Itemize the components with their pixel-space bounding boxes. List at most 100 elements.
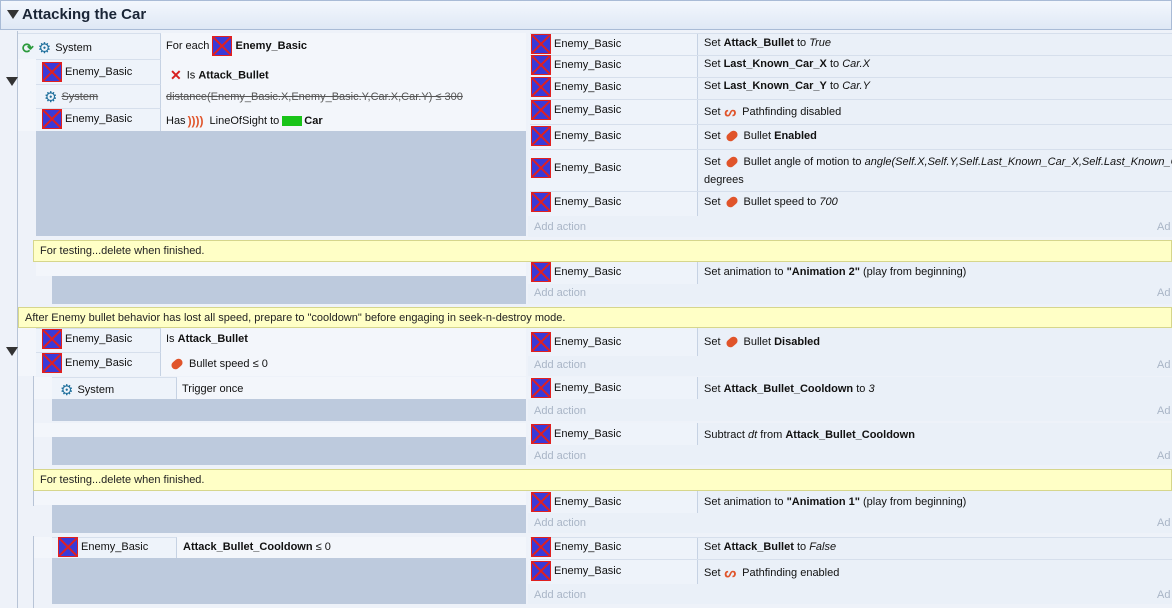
enemy-basic-icon [531, 424, 551, 444]
add-action-right-clip[interactable]: Ad [1157, 359, 1170, 371]
action-enemy-obj: Enemy_Basic [531, 537, 621, 557]
cond-system-row: ⟳ ⚙ System [22, 39, 92, 58]
action-enemy-obj: Enemy_Basic [531, 100, 621, 120]
cond-for-each[interactable]: For each Enemy_Basic [166, 36, 307, 56]
collapse-triangle-icon[interactable] [7, 10, 19, 19]
event-group-header[interactable] [0, 0, 1172, 30]
enemy-basic-icon [212, 36, 232, 56]
action-set-animation-1[interactable]: Set animation to "Animation 1" (play fro… [704, 496, 966, 508]
cond-is-attack-bullet[interactable]: ✕ Is Attack_Bullet [170, 67, 269, 84]
action-enemy-obj: Enemy_Basic [531, 332, 621, 352]
cond-enemy-row: Enemy_Basic [42, 353, 132, 373]
cond-is-attack-bullet[interactable]: Is Attack_Bullet [166, 333, 248, 345]
add-action-right-clip[interactable]: Ad [1157, 221, 1170, 233]
cond-enemy-row-1: Enemy_Basic [42, 62, 132, 82]
enemy-basic-icon [531, 262, 551, 282]
action-enemy-obj: Enemy_Basic [531, 378, 621, 398]
enemy-basic-icon [58, 537, 78, 557]
pathfinding-icon: ᔕ [724, 565, 737, 580]
action-pathfinding-enabled[interactable]: Set ᔕ Pathfinding enabled [704, 565, 839, 581]
enemy-basic-icon [531, 332, 551, 352]
event-1-blank [36, 131, 526, 236]
enemy-basic-icon [531, 34, 551, 54]
action-set-attack-bullet-false[interactable]: Set Attack_Bullet to False [704, 541, 836, 553]
enemy-basic-icon [531, 378, 551, 398]
add-action-link[interactable]: Add action [534, 589, 586, 601]
enemy-basic-icon [42, 62, 62, 82]
enemy-basic-icon [531, 492, 551, 512]
action-set-animation-2[interactable]: Set animation to "Animation 2" (play fro… [704, 266, 966, 278]
gear-icon: ⚙ [60, 382, 74, 399]
event-1-collapse-icon[interactable] [6, 77, 18, 86]
action-enemy-obj: Enemy_Basic [531, 55, 621, 75]
action-set-attack-bullet-true[interactable]: Set Attack_Bullet to True [704, 37, 831, 49]
event-6-conditions[interactable] [34, 491, 526, 505]
add-action-right-clip[interactable]: Ad [1157, 450, 1170, 462]
action-enemy-obj: Enemy_Basic [531, 561, 621, 581]
add-action-link[interactable]: Add action [534, 287, 586, 299]
gear-icon: ⚙ [37, 40, 52, 57]
add-action-right-clip[interactable]: Ad [1157, 589, 1170, 601]
cond-system-row: ⚙ System [60, 382, 115, 399]
event-3-collapse-icon[interactable] [6, 347, 18, 356]
pathfinding-icon: ᔕ [724, 104, 737, 119]
action-set-last-known-y[interactable]: Set Last_Known_Car_Y to Car.Y [704, 80, 870, 92]
cond-enemy-row: Enemy_Basic [58, 537, 148, 557]
invert-x-icon: ✕ [170, 67, 182, 83]
action-enemy-obj: Enemy_Basic [531, 424, 621, 444]
add-action-link[interactable]: Add action [534, 405, 586, 417]
comment-2[interactable]: After Enemy bullet behavior has lost all… [18, 307, 1172, 328]
cond-system-row-2: ⚙ System [44, 89, 99, 106]
action-enemy-obj: Enemy_Basic [531, 492, 621, 512]
enemy-basic-icon [531, 77, 551, 97]
action-bullet-disabled[interactable]: Set Bullet Disabled [704, 335, 820, 350]
enemy-basic-icon [531, 537, 551, 557]
enemy-basic-icon [531, 100, 551, 120]
cond-enemy-row-2: Enemy_Basic [42, 109, 132, 129]
cond-line-of-sight[interactable]: Has)))) LineOfSight to Car [166, 114, 323, 128]
bullet-icon [724, 155, 739, 170]
action-set-cooldown[interactable]: Set Attack_Bullet_Cooldown to 3 [704, 383, 875, 395]
add-action-link[interactable]: Add action [534, 359, 586, 371]
action-subtract-dt[interactable]: Subtract dt from Attack_Bullet_Cooldown [704, 429, 915, 441]
action-bullet-speed[interactable]: Set Bullet speed to 700 [704, 195, 838, 210]
add-action-link[interactable]: Add action [534, 450, 586, 462]
add-action-link[interactable]: Add action [534, 517, 586, 529]
action-enemy-obj: Enemy_Basic [531, 77, 621, 97]
action-pathfinding-disabled[interactable]: Set ᔕ Pathfinding disabled [704, 104, 841, 120]
comment-3[interactable]: For testing...delete when finished. [33, 469, 1172, 491]
line-of-sight-icon: )))) [187, 114, 204, 128]
action-enemy-obj: Enemy_Basic [531, 262, 621, 282]
enemy-basic-icon [531, 126, 551, 146]
action-bullet-angle[interactable]: Set Bullet angle of motion to angle(Self.… [704, 155, 1172, 170]
enemy-basic-icon [531, 561, 551, 581]
enemy-basic-icon [42, 353, 62, 373]
bullet-icon [724, 195, 739, 210]
enemy-basic-icon [531, 158, 551, 178]
cond-bullet-speed[interactable]: Bullet speed ≤ 0 [166, 357, 268, 372]
cond-trigger-once[interactable]: Trigger once [182, 383, 243, 395]
action-bullet-enabled[interactable]: Set Bullet Enabled [704, 129, 817, 144]
bullet-icon [724, 335, 739, 350]
enemy-basic-icon [42, 329, 62, 349]
action-enemy-obj: Enemy_Basic [531, 34, 621, 54]
gear-icon: ⚙ [44, 89, 58, 106]
event-2-conditions[interactable] [36, 262, 526, 276]
cond-distance[interactable]: distance(Enemy_Basic.X,Enemy_Basic.Y,Car… [166, 91, 463, 103]
cond-cooldown-le-zero[interactable]: Attack_Bullet_Cooldown ≤ 0 [183, 541, 331, 553]
add-action-link[interactable]: Add action [534, 221, 586, 233]
add-action-right-clip[interactable]: Ad [1157, 517, 1170, 529]
action-enemy-obj: Enemy_Basic [531, 158, 621, 178]
add-action-right-clip[interactable]: Ad [1157, 287, 1170, 299]
enemy-basic-icon [42, 109, 62, 129]
add-action-right-clip[interactable]: Ad [1157, 405, 1170, 417]
comment-1[interactable]: For testing...delete when finished. [33, 240, 1172, 262]
enemy-basic-icon [531, 55, 551, 75]
action-set-last-known-x[interactable]: Set Last_Known_Car_X to Car.X [704, 58, 870, 70]
group-title: Attacking the Car [22, 6, 147, 23]
event-2-blank [52, 276, 526, 304]
event-5-conditions[interactable] [34, 423, 526, 437]
enemy-basic-icon [531, 192, 551, 212]
car-icon [282, 116, 303, 126]
bullet-icon [169, 357, 185, 372]
